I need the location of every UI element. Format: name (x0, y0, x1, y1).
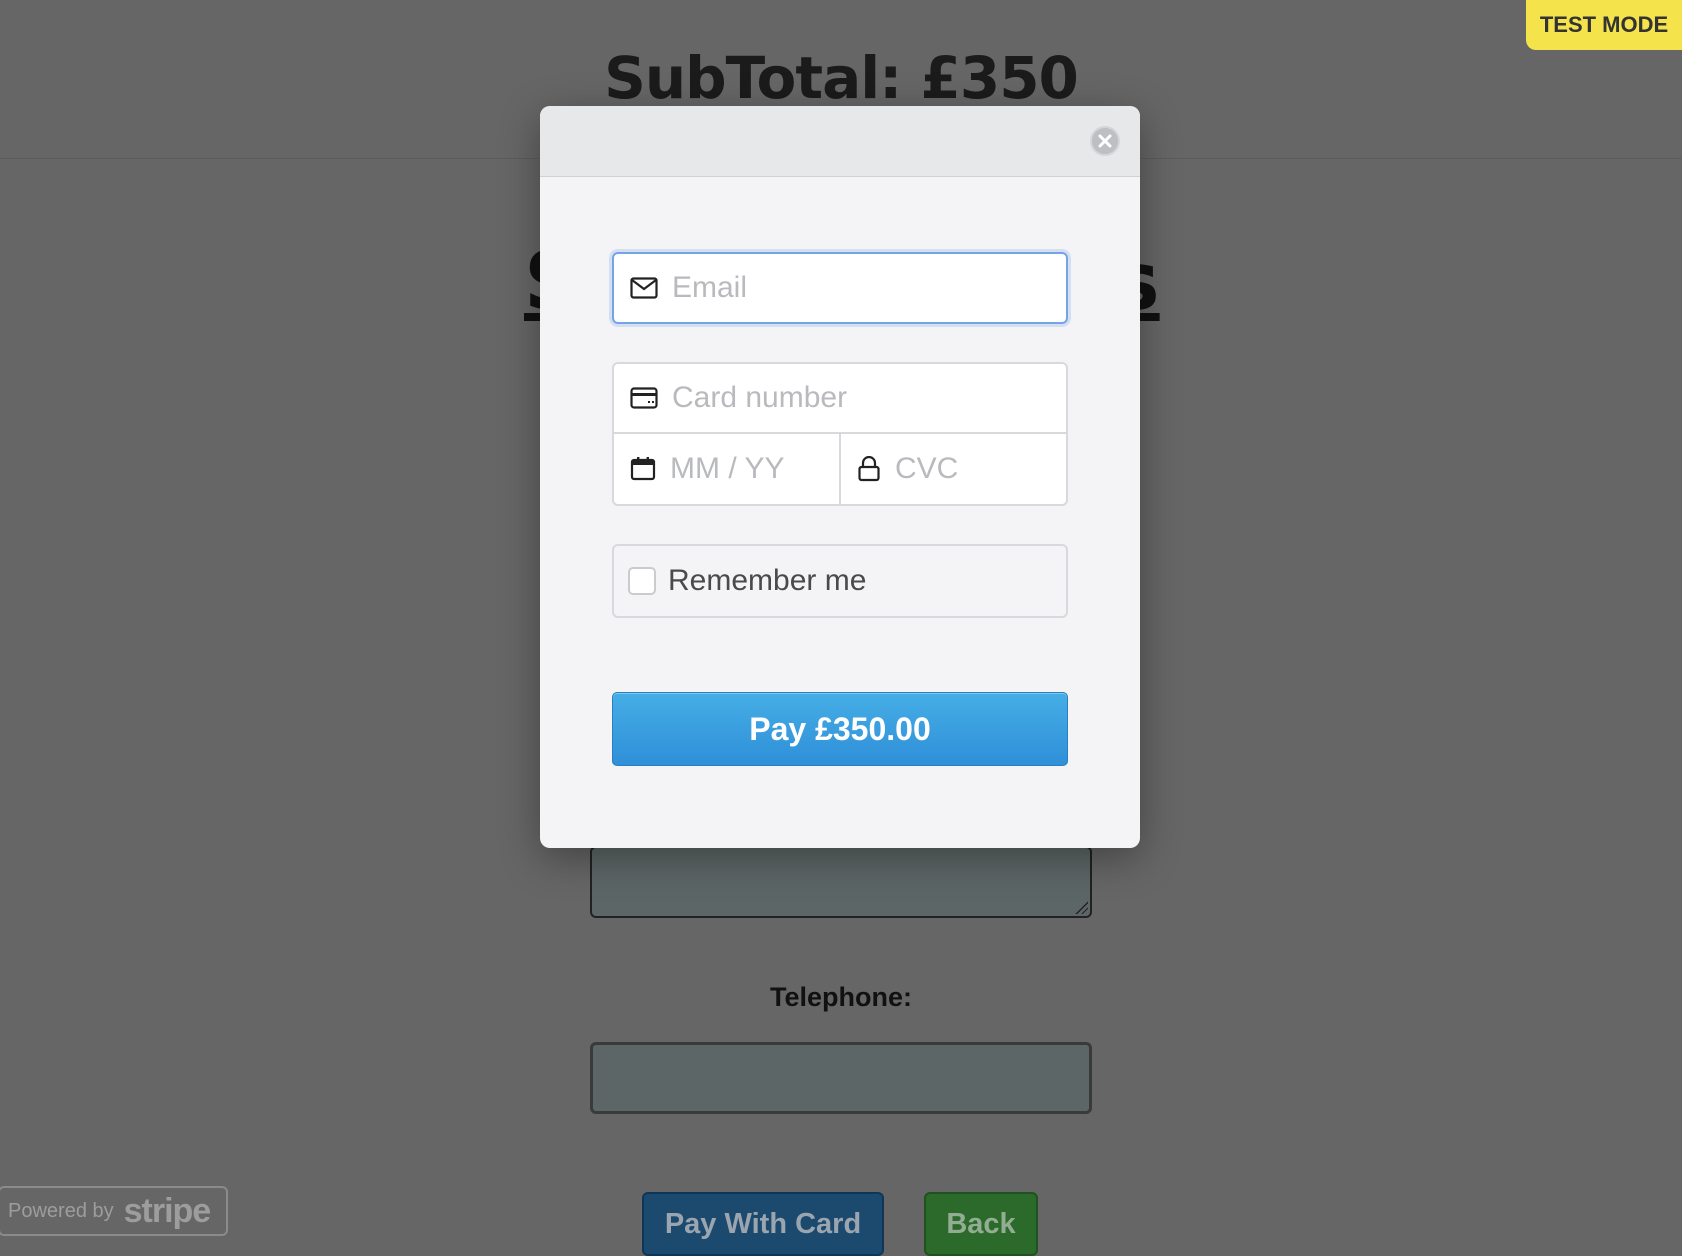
powered-by-text: Powered by (8, 1199, 114, 1222)
calendar-icon (630, 454, 656, 484)
cvc-field[interactable] (841, 434, 1066, 504)
remember-me-option[interactable]: Remember me (612, 544, 1068, 618)
lock-icon (857, 454, 881, 484)
close-icon (1098, 134, 1112, 148)
email-field[interactable] (612, 252, 1068, 324)
checkout-modal: Remember me Pay £350.00 (540, 106, 1140, 848)
stripe-logo: stripe (123, 1191, 212, 1230)
close-button[interactable] (1090, 126, 1120, 156)
back-button[interactable]: Back (924, 1192, 1038, 1256)
subtotal-heading: SubTotal: £350 (604, 44, 1079, 112)
expiry-field[interactable] (614, 434, 841, 504)
card-details-group (612, 362, 1068, 506)
pay-button[interactable]: Pay £350.00 (612, 692, 1068, 766)
resize-grip-icon[interactable] (1074, 900, 1088, 914)
envelope-icon (630, 273, 658, 303)
cvc-input[interactable] (895, 452, 1066, 486)
card-number-input[interactable] (672, 381, 1066, 415)
powered-by-stripe-badge[interactable]: Powered by stripe (0, 1186, 228, 1236)
telephone-label: Telephone: (769, 982, 912, 1012)
credit-card-icon (630, 383, 658, 413)
expiry-input[interactable] (670, 452, 839, 486)
telephone-input[interactable] (590, 1042, 1092, 1114)
remember-me-checkbox[interactable] (628, 567, 656, 595)
address-textarea[interactable] (590, 846, 1092, 918)
pay-with-card-button[interactable]: Pay With Card (642, 1192, 884, 1256)
remember-me-label: Remember me (668, 564, 867, 597)
modal-header (540, 106, 1140, 177)
email-input[interactable] (672, 271, 1066, 305)
card-number-field[interactable] (614, 364, 1066, 434)
test-mode-badge: TEST MODE (1526, 0, 1682, 50)
